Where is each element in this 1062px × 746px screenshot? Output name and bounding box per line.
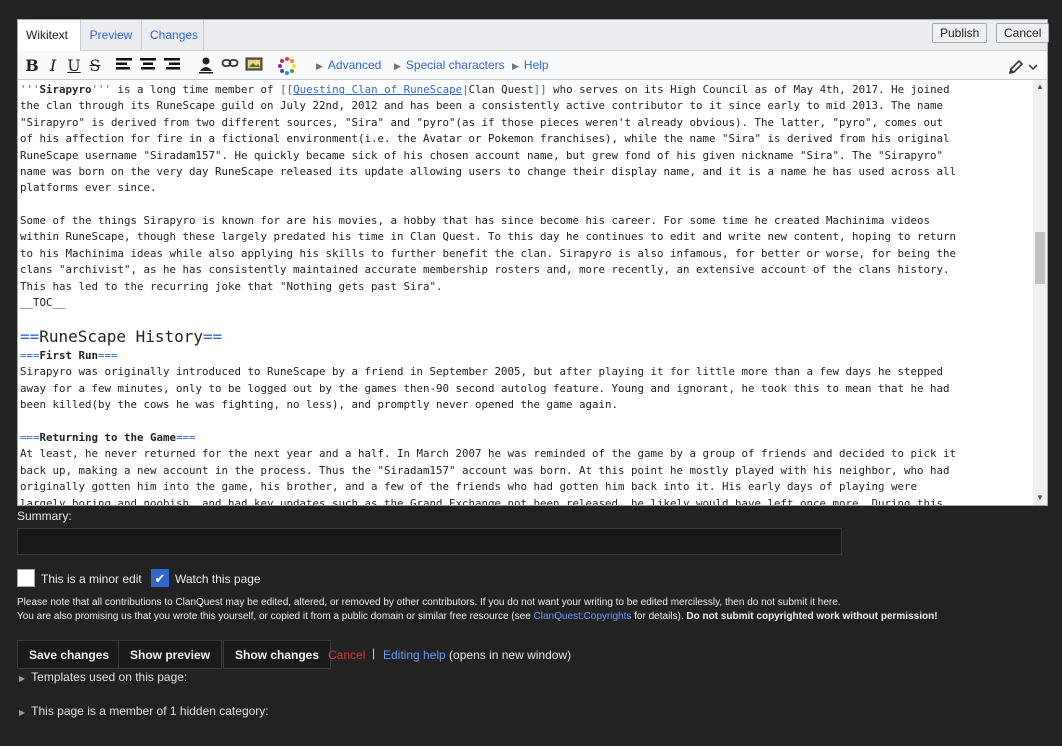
- show-changes-button[interactable]: Show changes: [223, 640, 332, 669]
- color-wheel-icon[interactable]: [277, 56, 296, 76]
- wikilink-target[interactable]: Questing Clan of RuneScape: [293, 83, 462, 96]
- bold-name: Sirapyro: [39, 83, 92, 96]
- paragraph-movies: Some of the things Sirapyro is known for…: [20, 214, 957, 310]
- signature-icon[interactable]: [197, 56, 215, 76]
- scrollbar-thumb[interactable]: [1035, 232, 1045, 284]
- show-preview-button[interactable]: Show preview: [118, 640, 223, 669]
- tab-changes[interactable]: Changes: [142, 20, 204, 51]
- summary-input[interactable]: [17, 528, 842, 555]
- edit-mode-switch[interactable]: [1004, 56, 1042, 76]
- save-changes-button[interactable]: Save changes: [17, 640, 122, 669]
- scroll-down-icon[interactable]: ▼: [1033, 491, 1047, 505]
- paragraph-intro: '''Sirapyro''' is a long time member of …: [20, 83, 957, 195]
- watch-page-checkbox[interactable]: ✔: [151, 569, 169, 587]
- wikitext-textarea[interactable]: '''Sirapyro''' is a long time member of …: [18, 80, 1034, 505]
- copyrights-link[interactable]: ClanQuest:Copyrights: [534, 611, 632, 622]
- align-left-icon[interactable]: [115, 56, 133, 76]
- templates-used-toggle[interactable]: ▶ Templates used on this page:: [19, 670, 187, 684]
- strike-button[interactable]: S: [86, 56, 104, 76]
- heading-runescape-history: ==RuneScape History==: [20, 327, 223, 346]
- advanced-label: Advanced: [327, 58, 382, 72]
- watch-page-label[interactable]: Watch this page: [175, 572, 261, 586]
- copyright-notice: Please note that all contributions to Cl…: [17, 597, 841, 608]
- underline-button[interactable]: U: [65, 56, 83, 76]
- italic-button[interactable]: I: [44, 56, 62, 76]
- minor-edit-label[interactable]: This is a minor edit: [41, 572, 142, 586]
- minor-edit-checkbox[interactable]: [17, 569, 35, 587]
- image-icon[interactable]: [245, 56, 263, 76]
- wikilink-text: Clan Quest: [468, 83, 534, 96]
- publish-button[interactable]: Publish: [932, 23, 988, 43]
- special-characters-menu[interactable]: ▶ Special characters: [394, 58, 505, 72]
- link-markup: [[: [280, 83, 294, 96]
- summary-label: Summary:: [17, 509, 72, 523]
- checkmark-icon: ✔: [154, 571, 166, 586]
- bold-markup: ''': [91, 83, 112, 96]
- heading-returning: ===Returning to the Game=== At least, he…: [20, 431, 957, 505]
- editor-tab-bar: Wikitext Preview Changes Publish Cancel: [18, 20, 1050, 52]
- tab-wikitext[interactable]: Wikitext: [18, 20, 81, 52]
- heading-first-run: ===First Run=== Sirapyro was originally …: [20, 349, 950, 412]
- advanced-menu[interactable]: ▶ Advanced: [316, 58, 381, 72]
- textarea-scrollbar[interactable]: ▲ ▼: [1033, 80, 1047, 505]
- cancel-top-button[interactable]: Cancel: [996, 23, 1050, 43]
- help-label: Help: [523, 58, 549, 72]
- wikitext-editor: Wikitext Preview Changes Publish Cancel …: [17, 19, 1050, 506]
- chevron-right-icon: ▶: [19, 708, 26, 717]
- bold-markup: ''': [20, 83, 40, 96]
- copyright-promise: You are also promising us that you wrote…: [17, 611, 938, 622]
- chevron-right-icon: ▶: [19, 674, 26, 683]
- scroll-up-icon[interactable]: ▲: [1033, 80, 1047, 94]
- chevron-right-icon: ▶: [316, 61, 323, 71]
- align-center-icon[interactable]: [139, 56, 157, 76]
- hidden-category-toggle[interactable]: ▶ This page is a member of 1 hidden categ…: [19, 704, 269, 718]
- chevron-right-icon: ▶: [512, 61, 519, 71]
- align-right-icon[interactable]: [163, 56, 181, 76]
- separator: |: [372, 646, 376, 660]
- tab-preview[interactable]: Preview: [81, 20, 142, 51]
- link-markup: ]]: [533, 83, 547, 96]
- editor-toolbar: B I U S ▶ Advanced ▶ Special characters …: [18, 51, 1047, 80]
- chevron-down-icon: [1028, 59, 1038, 73]
- editing-help-link[interactable]: Editing help: [383, 648, 446, 662]
- chevron-right-icon: ▶: [394, 61, 401, 71]
- bold-button[interactable]: B: [23, 56, 41, 76]
- special-characters-label: Special characters: [405, 58, 505, 72]
- pencil-icon: [1008, 59, 1027, 74]
- editing-help: Editing help (opens in new window): [383, 648, 572, 662]
- cancel-link[interactable]: Cancel: [328, 648, 365, 662]
- help-menu[interactable]: ▶ Help: [512, 58, 549, 72]
- link-icon[interactable]: [221, 56, 239, 76]
